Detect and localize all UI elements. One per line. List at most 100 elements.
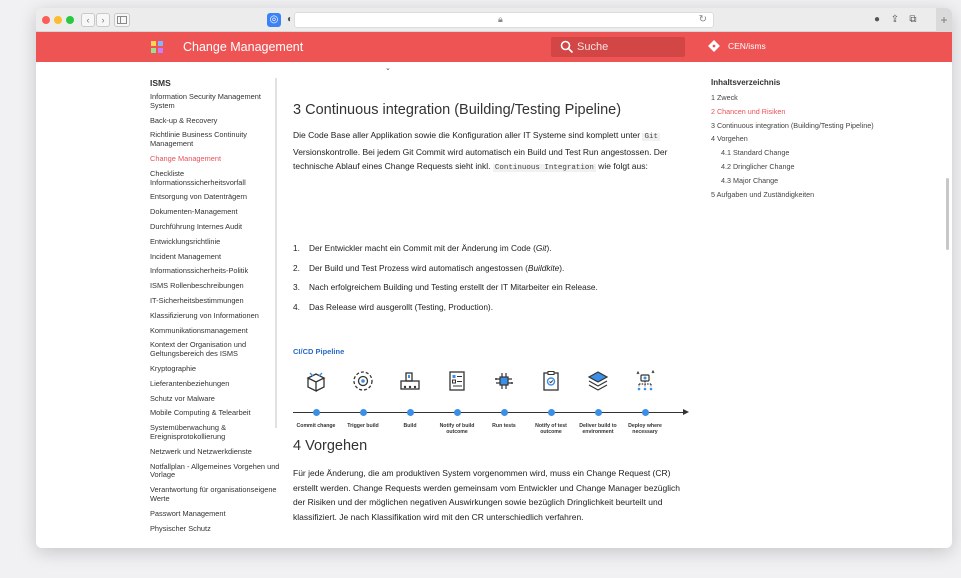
sidebar-title: ISMS bbox=[150, 78, 171, 88]
main-content: ⌄ 3 Continuous integration (Building/Tes… bbox=[293, 62, 689, 548]
table-of-contents: Inhaltsverzeichnis 1 Zweck 2 Chancen und … bbox=[711, 78, 891, 204]
sidebar-item[interactable]: Verantwortung für organisationseigene We… bbox=[150, 485, 280, 504]
sidebar-item[interactable]: Checkliste Informationssicherheitsvorfal… bbox=[150, 169, 280, 188]
sidebar-item[interactable]: IT-Sicherheitsbestimmungen bbox=[150, 296, 280, 306]
step-text: Das Release wird ausgerollt (Testing, Pr… bbox=[309, 301, 493, 312]
sidebar-item[interactable]: Durchführung Internes Audit bbox=[150, 222, 280, 232]
tabs-icon[interactable]: ⧉ bbox=[906, 13, 920, 27]
step-tool: Buildkite bbox=[527, 262, 560, 273]
section3-heading: 3 Continuous integration (Building/Testi… bbox=[293, 102, 622, 118]
intro-text-1: Die Code Base aller Applikation sowie di… bbox=[293, 130, 643, 140]
toc-item[interactable]: 2 Chancen und Risiken bbox=[711, 107, 891, 117]
reload-icon[interactable]: ↻ bbox=[699, 14, 707, 25]
step-text: Der Build und Test Prozess wird automati… bbox=[309, 262, 528, 273]
inline-code-ci: Continuous Integration bbox=[492, 164, 596, 172]
step-text: Der Entwickler macht ein Commit mit der … bbox=[309, 243, 536, 253]
pipeline-stage-label: Deploy where necessary bbox=[628, 423, 662, 435]
toc-item[interactable]: 1 Zweck bbox=[711, 93, 891, 103]
sidebar-list: Information Security Management System Ba… bbox=[150, 92, 280, 534]
sidebar-item[interactable]: Schutz vor Malware bbox=[150, 394, 280, 404]
sidebar-item[interactable]: Klassifizierung von Informationen bbox=[150, 311, 280, 321]
app-header: Change Management CEN/isms bbox=[36, 32, 952, 62]
sidebar-item[interactable]: Richtlinie Business Continuity Managemen… bbox=[150, 131, 280, 149]
scrollbar-thumb[interactable] bbox=[946, 178, 949, 250]
back-button[interactable]: ‹ bbox=[81, 13, 95, 27]
sidebar-nav: ISMS Information Security Management Sys… bbox=[150, 78, 280, 548]
sidebar-item[interactable]: Back-up & Recovery bbox=[150, 116, 280, 126]
search-input[interactable] bbox=[577, 39, 677, 55]
step-tail: ). bbox=[559, 262, 565, 273]
pipeline-dot bbox=[501, 409, 508, 416]
address-bar[interactable]: 🔒︎ ↻ bbox=[294, 12, 714, 28]
checklist-icon bbox=[449, 371, 465, 391]
toc-item[interactable]: 4 Vorgehen bbox=[711, 135, 891, 144]
sidebar-item[interactable]: Information Security Management System bbox=[150, 92, 280, 111]
sidebar-item[interactable]: Dokumenten-Management bbox=[150, 207, 280, 217]
toc-item[interactable]: 4.1 Standard Change bbox=[711, 148, 891, 158]
sidebar-toggle-icon[interactable] bbox=[114, 13, 130, 27]
pipeline-stage-label: Build bbox=[403, 423, 417, 429]
step-item: 1. Der Entwickler macht ein Commit mit de… bbox=[293, 244, 685, 253]
toc-item[interactable]: 3 Continuous integration (Building/Testi… bbox=[711, 121, 891, 131]
step-item: 3. Nach erfolgreichem Building und Testin… bbox=[293, 283, 685, 292]
pipeline-stage-label: Notify of test outcome bbox=[535, 423, 567, 435]
sidebar-item[interactable]: Passwort Management bbox=[150, 509, 280, 519]
pipeline-dot bbox=[642, 409, 649, 416]
toc-item[interactable]: 4.2 Dringlicher Change bbox=[711, 162, 891, 172]
factory-icon bbox=[400, 372, 420, 390]
new-tab-button[interactable]: + bbox=[936, 8, 952, 32]
sidebar-item[interactable]: Netzwerk und Netzwerkdienste bbox=[150, 447, 280, 457]
search-box[interactable] bbox=[551, 37, 685, 57]
sidebar-item[interactable]: Mobile Computing & Telearbeit bbox=[150, 409, 280, 418]
sidebar-item[interactable]: Incident Management bbox=[150, 252, 280, 262]
pipeline-dot bbox=[407, 409, 414, 416]
toc-list: 1 Zweck 2 Chancen und Risiken 3 Continuous… bbox=[711, 93, 891, 200]
sidebar-item[interactable]: Change Management bbox=[150, 154, 280, 164]
zoom-window-button[interactable] bbox=[66, 16, 74, 24]
toc-title: Inhaltsverzeichnis bbox=[711, 78, 781, 87]
lock-icon: 🔒︎ bbox=[498, 14, 503, 24]
clipboard-icon bbox=[543, 371, 559, 391]
sidebar-item[interactable]: Kontext der Organisation und Geltungsber… bbox=[150, 341, 280, 359]
sidebar-item[interactable]: Notfallplan - Allgemeines Vorgehen und V… bbox=[150, 462, 280, 481]
pipeline-stage-label: Trigger build bbox=[347, 423, 379, 429]
pipeline-dot bbox=[454, 409, 461, 416]
step-tool: Git bbox=[535, 243, 547, 253]
pipeline-diagram: Commit change Trigger build Build Notify of… bbox=[293, 369, 689, 449]
extension-icon[interactable]: ◎ bbox=[267, 13, 281, 27]
browser-toolbar: ‹ › ◎ ◐ ≡ 🔒︎ ↻ ● ⇪ ⧉ + bbox=[36, 8, 952, 32]
intro-text-3: wie folgt aus: bbox=[595, 161, 648, 171]
step-item: 2. Der Build und Test Prozess wird automa… bbox=[293, 262, 685, 273]
circuit-icon bbox=[495, 373, 513, 389]
toc-item[interactable]: 5 Aufgaben und Zuständigkeiten bbox=[711, 190, 891, 200]
steps-list: 1. Der Entwickler macht ein Commit mit de… bbox=[293, 244, 685, 322]
sidebar-item[interactable]: Systemüberwachung & Ereignisprotokollier… bbox=[150, 423, 280, 442]
step-number: 4. bbox=[293, 301, 300, 312]
pipeline-stage-label: Notify of build outcome bbox=[439, 423, 475, 435]
repo-link[interactable]: CEN/isms bbox=[708, 40, 766, 52]
section4-text: Für jede Änderung, die am produktiven Sy… bbox=[293, 468, 680, 522]
sidebar-item[interactable]: Informationssicherheits-Politik bbox=[150, 267, 280, 276]
truncated-text: ⌄ bbox=[385, 65, 391, 72]
search-icon bbox=[560, 40, 574, 54]
sidebar-item[interactable]: Entwicklungsrichtlinie bbox=[150, 237, 280, 247]
sidebar-item[interactable]: Kryptographie bbox=[150, 364, 280, 374]
sidebar-item[interactable]: ISMS Rollenbeschreibungen bbox=[150, 281, 280, 291]
step-item: 4. Das Release wird ausgerollt (Testing, … bbox=[293, 301, 685, 312]
step-number: 2. bbox=[293, 262, 300, 273]
sidebar-item[interactable]: Physischer Schutz bbox=[150, 524, 280, 534]
pipeline-arrow bbox=[683, 409, 689, 415]
pipeline-title: CI/CD Pipeline bbox=[293, 347, 345, 356]
sidebar-item[interactable]: Entsorgung von Datenträgern bbox=[150, 193, 280, 202]
info-icon[interactable]: ● bbox=[870, 13, 884, 27]
forward-button[interactable]: › bbox=[96, 13, 110, 27]
pipeline-stage-label: Run tests bbox=[492, 423, 516, 429]
sidebar-item[interactable]: Lieferantenbeziehungen bbox=[150, 379, 280, 389]
app-title[interactable]: Change Management bbox=[183, 40, 303, 54]
minimize-window-button[interactable] bbox=[54, 16, 62, 24]
pipeline-stage-label: Deliver build to environment bbox=[579, 423, 617, 435]
sidebar-item[interactable]: Kommunikationsmanagement bbox=[150, 326, 280, 336]
toc-item[interactable]: 4.3 Major Change bbox=[711, 176, 891, 186]
close-window-button[interactable] bbox=[42, 16, 50, 24]
share-icon[interactable]: ⇪ bbox=[888, 13, 902, 27]
